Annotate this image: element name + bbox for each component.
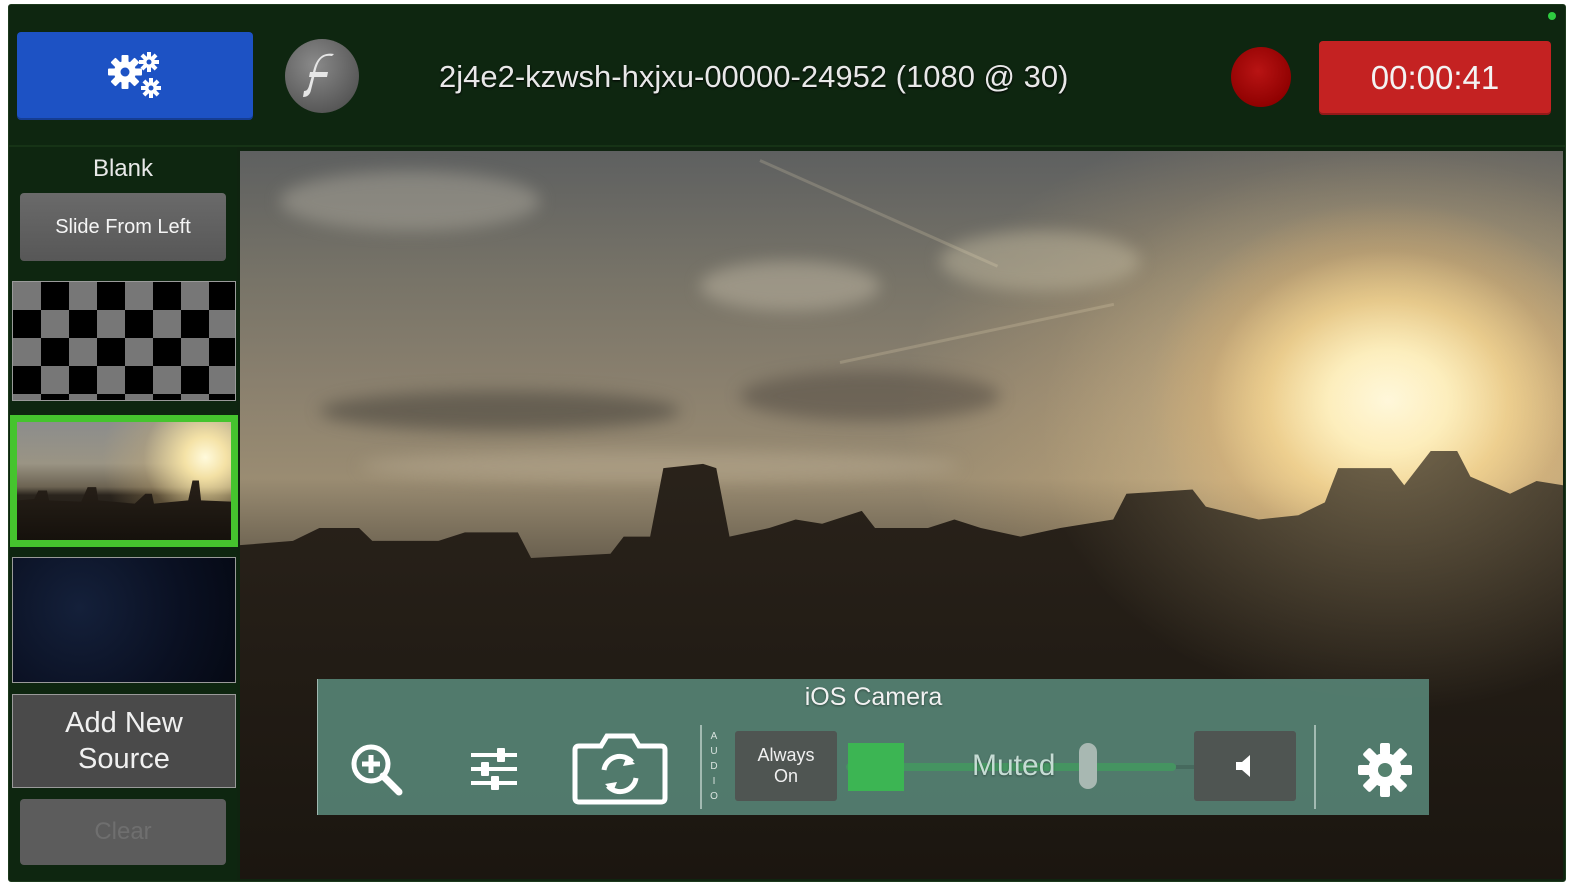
muted-label: Muted [972,749,1056,782]
add-source-label-line2: Source [78,743,170,775]
blank-label[interactable]: Blank [9,155,237,183]
always-on-label-line2: On [773,766,798,786]
volume-slider-handle[interactable] [1079,743,1097,789]
source-title: iOS Camera [804,683,943,711]
connection-status-dot [1548,12,1556,20]
flip-camera-button[interactable] [570,729,670,807]
flip-camera-icon [572,733,668,805]
add-new-source-button[interactable]: Add New Source [12,694,236,788]
thumbnail-skyline [17,480,231,540]
gears-icon [108,52,161,98]
add-source-label-line1: Add New [65,707,183,739]
always-on-button[interactable]: Always On [735,731,837,801]
panel-divider [700,725,702,809]
adjustments-button[interactable] [464,739,524,799]
source-thumbnail-dark[interactable] [12,557,236,683]
stream-name: 2j4e2-kzwsh-hxjxu-00000-24952 (1080 @ 30… [439,59,1069,94]
settings-button[interactable] [17,32,253,120]
transition-button[interactable]: Slide From Left [20,193,226,261]
top-bar: 2j4e2-kzwsh-hxjxu-00000-24952 (1080 @ 30… [9,5,1565,147]
source-control-panel: iOS Camera A U D I O Always On Muted [317,679,1429,815]
app-window: 2j4e2-kzwsh-hxjxu-00000-24952 (1080 @ 30… [8,4,1566,882]
gear-icon [1358,743,1412,797]
audio-label: A U D I O [710,731,718,802]
record-button[interactable] [1231,47,1291,107]
source-settings-button[interactable] [1356,741,1414,799]
recording-timer[interactable]: 00:00:41 [1319,41,1551,115]
zoom-in-icon [351,744,403,796]
speaker-icon [1236,755,1250,777]
source-thumbnail-checkerboard[interactable] [12,281,236,401]
clear-button[interactable]: Clear [20,799,226,865]
source-thumbnail-camera-selected[interactable] [10,415,238,547]
sliders-icon [471,748,517,790]
audio-level-meter [848,743,904,791]
zoom-button[interactable] [346,739,406,799]
panel-divider [1314,725,1316,809]
mute-button[interactable] [1194,731,1296,801]
flash-logo-icon [285,39,359,113]
always-on-label-line1: Always [757,745,815,765]
source-sidebar: Blank Slide From Left Add New Source Cle… [9,147,238,881]
